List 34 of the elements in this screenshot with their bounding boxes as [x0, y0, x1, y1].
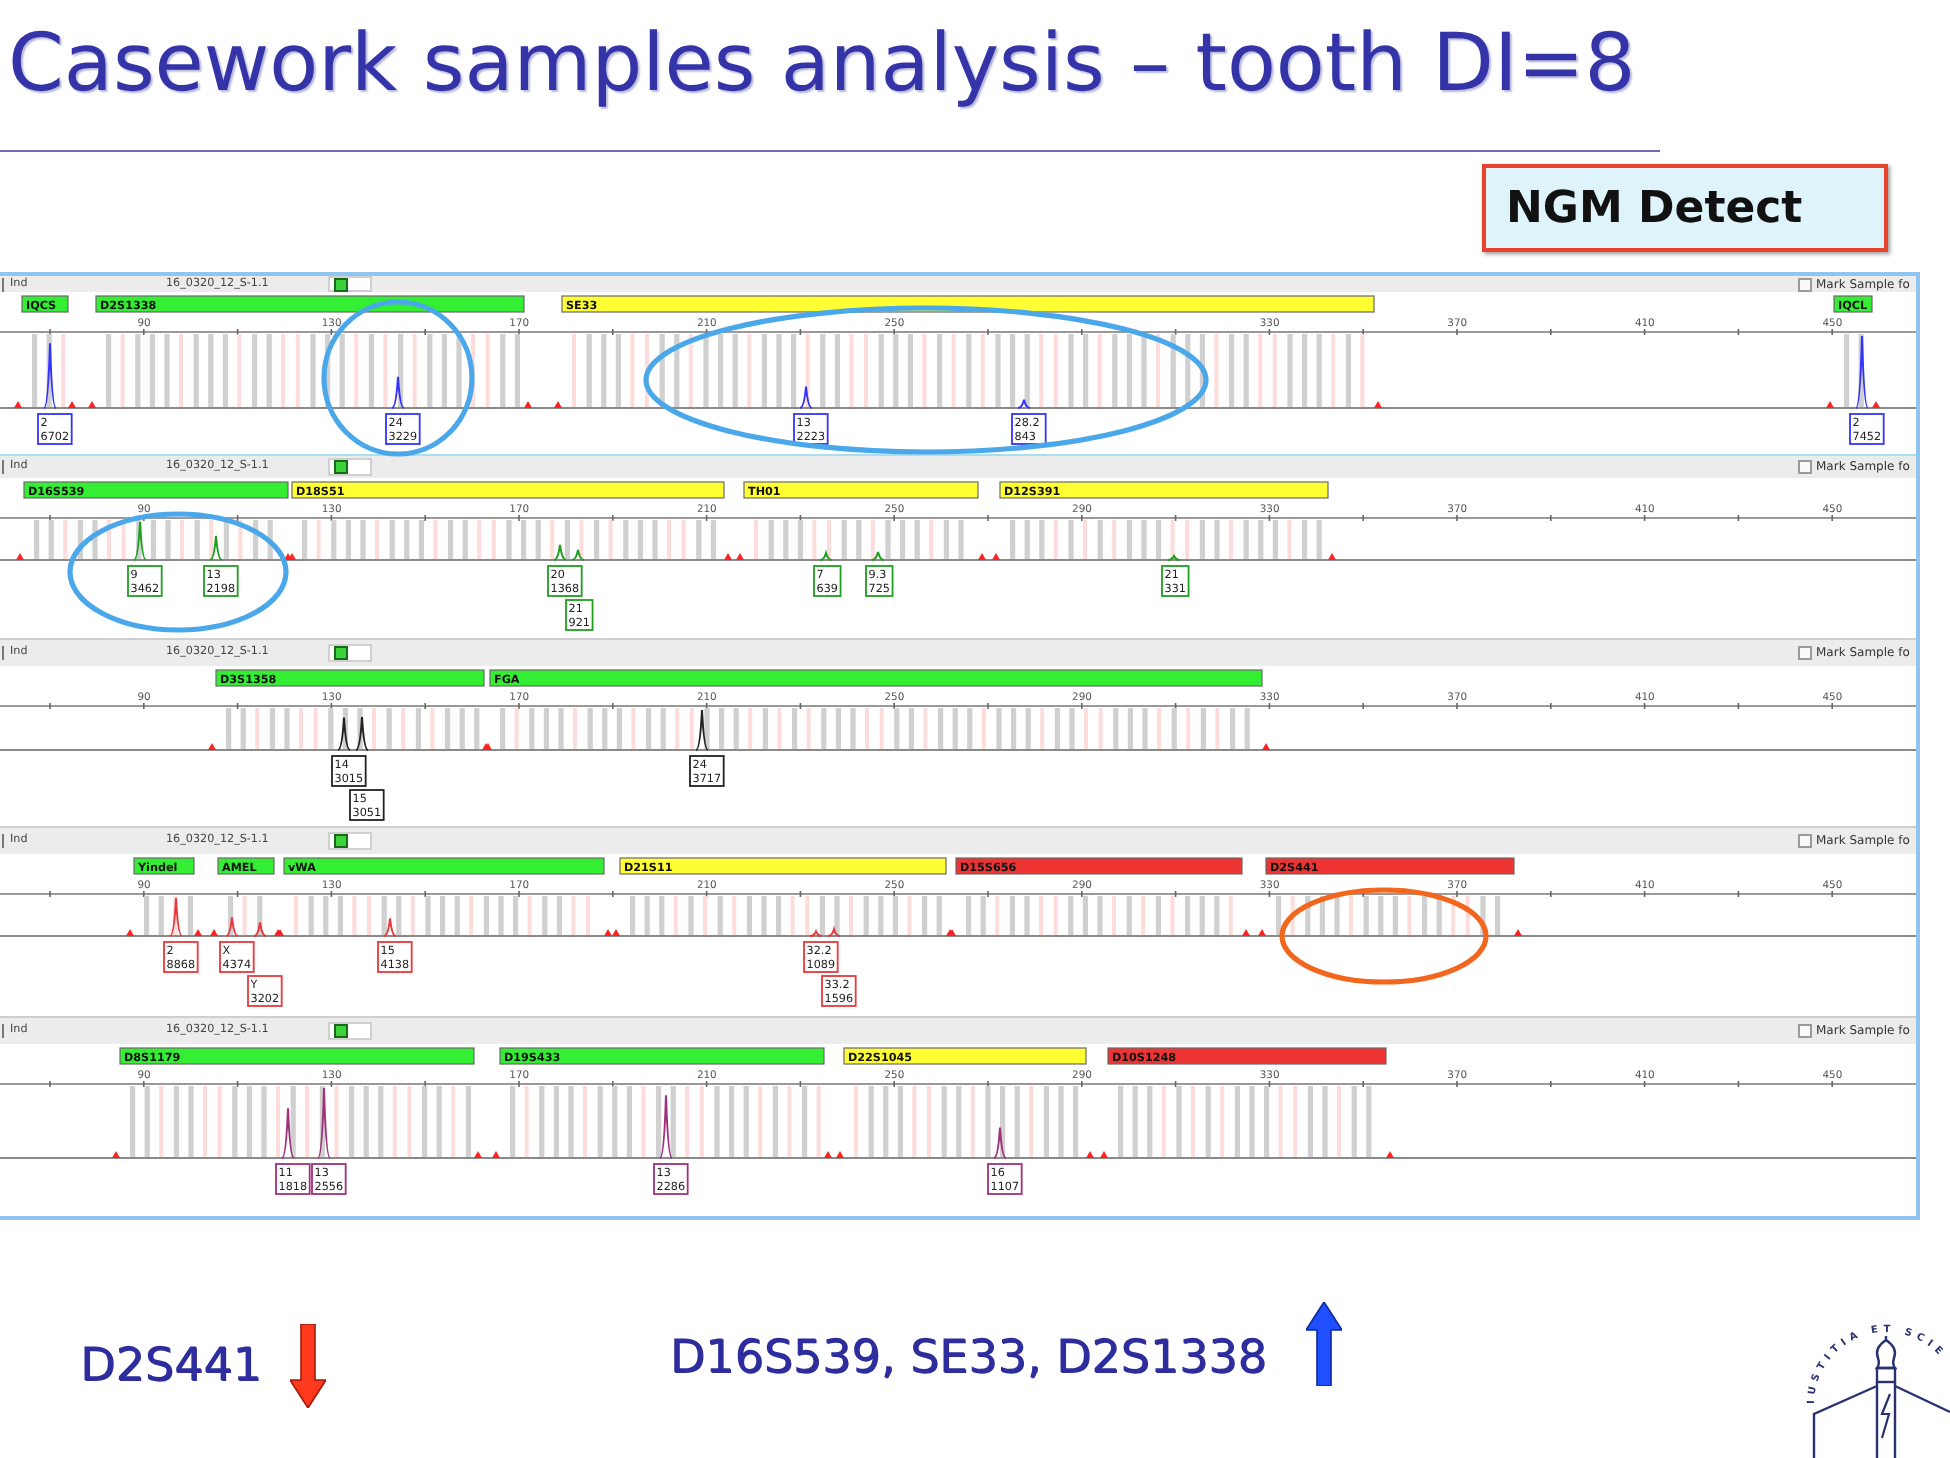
up-arrow-icon — [1306, 1302, 1343, 1386]
status-square-icon — [334, 834, 348, 848]
triangle-icon — [14, 401, 22, 408]
status-square-icon — [334, 1024, 348, 1038]
triangle-icon — [1328, 553, 1336, 560]
kit-label: NGM Detect — [1482, 164, 1888, 252]
triangle-icon — [1262, 743, 1270, 750]
triangle-icon — [16, 553, 24, 560]
triangle-icon — [88, 401, 96, 408]
triangle-icon — [492, 1151, 500, 1158]
checkbox[interactable] — [1798, 277, 1812, 291]
checkbox[interactable] — [1798, 646, 1812, 660]
triangle-icon — [1872, 401, 1880, 408]
triangle-icon — [554, 401, 562, 408]
triangle-icon — [474, 1151, 482, 1158]
checkbox[interactable] — [1798, 834, 1812, 848]
slide-title: Casework samples analysis – tooth DI=8 — [8, 16, 1636, 112]
checkbox[interactable] — [1798, 1024, 1812, 1038]
status-square-icon — [334, 646, 348, 660]
triangle-icon — [68, 401, 76, 408]
locus-note: D2S441 — [80, 1339, 262, 1393]
triangle-icon — [1826, 401, 1834, 408]
triangle-icon — [1514, 929, 1522, 936]
locus-note: D16S539, SE33, D2S1338 — [669, 1332, 1267, 1386]
triangle-icon — [126, 929, 134, 936]
triangle-icon — [1374, 401, 1382, 408]
checkbox[interactable] — [1798, 460, 1812, 474]
status-square-icon — [334, 460, 348, 474]
status-square-icon — [334, 277, 348, 291]
triangle-icon — [524, 401, 532, 408]
triangle-icon — [1386, 1151, 1394, 1158]
triangle-icon — [208, 743, 216, 750]
triangle-icon — [112, 1151, 120, 1158]
down-arrow-icon — [289, 1324, 326, 1408]
